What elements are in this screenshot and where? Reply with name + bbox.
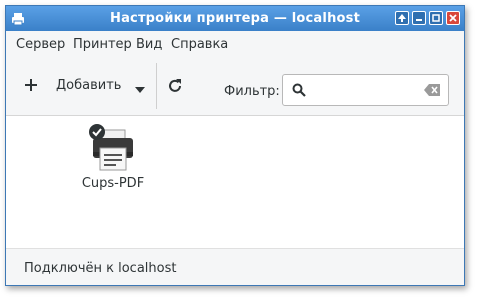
close-button[interactable]: [446, 11, 460, 25]
menu-server[interactable]: Сервер: [16, 37, 65, 52]
chevron-down-icon[interactable]: [134, 83, 146, 98]
printer-name: Cups-PDF: [81, 176, 145, 191]
status-bar: Подключён к localhost: [6, 248, 464, 285]
title-bar[interactable]: Настройки принтера — localhost: [6, 6, 464, 31]
printer-item-cups-pdf[interactable]: Cups-PDF: [76, 124, 150, 194]
printer-list: Cups-PDF: [6, 116, 464, 248]
close-icon: [449, 14, 457, 22]
menu-bar: Сервер Принтер Вид Справка: [6, 31, 464, 57]
minimize-button[interactable]: [412, 11, 426, 25]
clear-icon[interactable]: [424, 84, 440, 100]
add-printer-button[interactable]: Добавить: [18, 71, 156, 101]
menu-view[interactable]: Вид: [136, 37, 162, 52]
toolbar: Добавить Фильтр:: [6, 57, 464, 116]
search-icon: [292, 83, 306, 101]
refresh-button[interactable]: [166, 77, 190, 97]
status-text: Подключён к localhost: [24, 261, 177, 276]
keep-above-button[interactable]: [395, 11, 409, 25]
menu-help[interactable]: Справка: [171, 37, 228, 52]
toolbar-separator: [156, 63, 157, 109]
filter-label: Фильтр:: [224, 84, 280, 99]
menu-printer[interactable]: Принтер: [73, 37, 132, 52]
default-check-icon: [89, 124, 105, 140]
minimize-icon: [416, 19, 422, 21]
add-printer-label: Добавить: [56, 78, 122, 93]
filter-field[interactable]: [282, 74, 449, 106]
refresh-icon: [169, 79, 181, 92]
printer-settings-window: Настройки принтера — localhost Сервер Пр…: [5, 5, 465, 286]
printer-icon: [89, 124, 137, 178]
maximize-button[interactable]: [429, 11, 443, 25]
plus-icon: [24, 78, 38, 96]
arrow-up-icon: [398, 14, 406, 22]
filter-input[interactable]: [315, 81, 415, 99]
maximize-icon: [432, 14, 440, 22]
